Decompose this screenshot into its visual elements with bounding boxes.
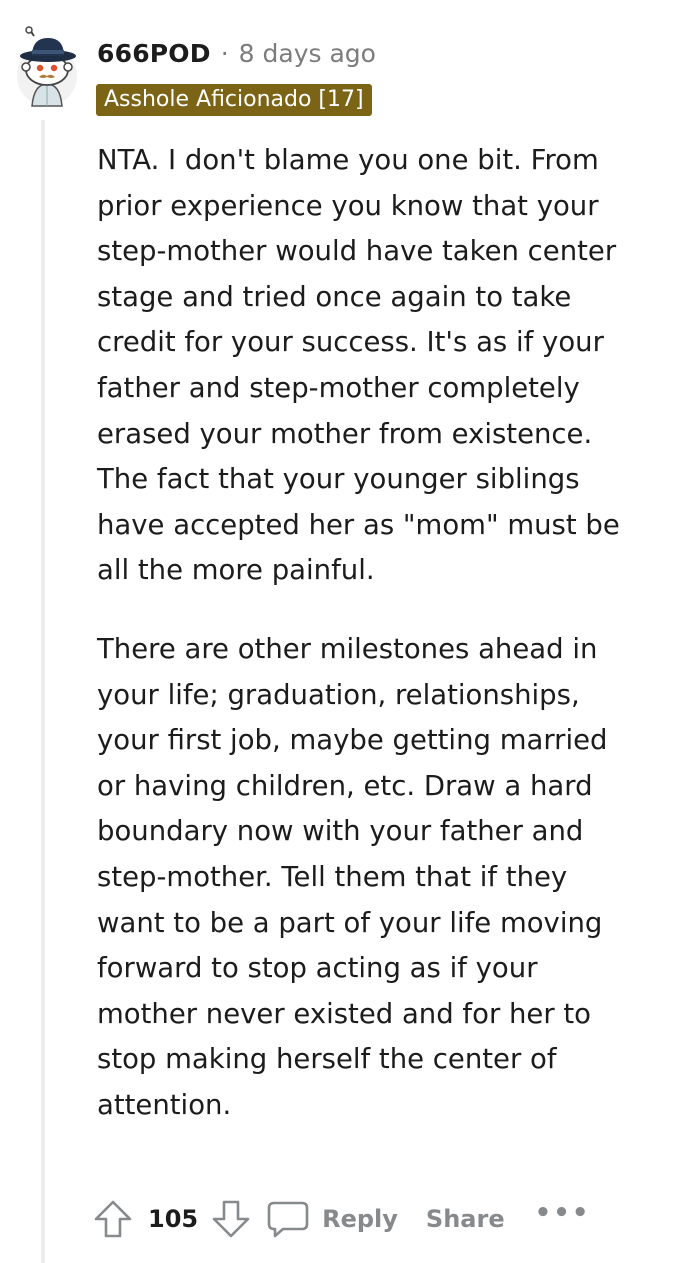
more-options-button[interactable]: ••• — [535, 1200, 591, 1226]
snoo-avatar-icon — [17, 26, 77, 107]
header-separator: · — [220, 39, 229, 68]
comment-paragraph: There are other milestones ahead in your… — [97, 632, 608, 1121]
share-label: Share — [425, 1205, 505, 1233]
share-button[interactable]: Share — [426, 1205, 505, 1233]
reply-label: Reply — [322, 1205, 398, 1233]
downvote-arrow-icon — [212, 1200, 250, 1238]
comment-header: 666POD · 8 days ago — [97, 36, 376, 72]
downvote-button[interactable] — [210, 1198, 252, 1240]
thread-line[interactable] — [41, 120, 45, 1263]
comment-body: NTA. I don't blame you one bit. From pri… — [97, 138, 637, 1128]
upvote-arrow-icon — [94, 1200, 132, 1238]
username[interactable]: 666POD — [97, 36, 211, 72]
comment-paragraph: NTA. I don't blame you one bit. From pri… — [97, 144, 620, 587]
user-flair: Asshole Aficionado [17] — [96, 84, 372, 116]
user-avatar[interactable] — [12, 26, 78, 108]
vote-score: 105 — [148, 1205, 199, 1233]
upvote-button[interactable] — [92, 1198, 134, 1240]
reply-button[interactable]: Reply — [266, 1198, 398, 1240]
comment-actions: 105 Reply Share ••• — [92, 1194, 590, 1244]
more-options-icon: ••• — [534, 1198, 591, 1228]
timestamp[interactable]: 8 days ago — [239, 36, 376, 72]
comment-bubble-icon — [267, 1201, 309, 1238]
